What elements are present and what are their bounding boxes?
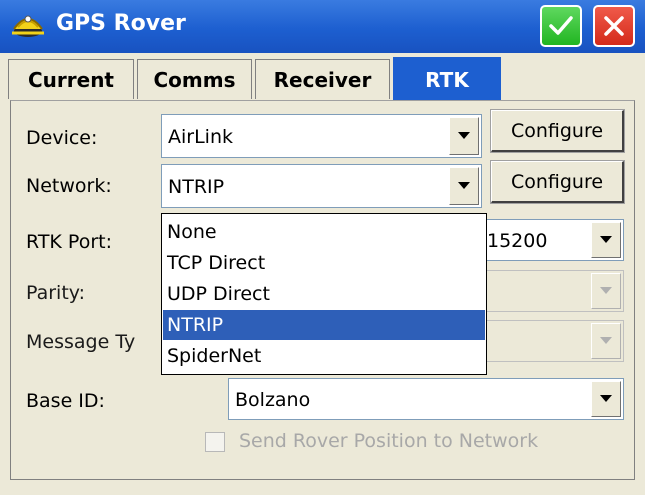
tab-comms[interactable]: Comms bbox=[137, 59, 252, 99]
base-id-dropdown-arrow[interactable] bbox=[591, 381, 621, 417]
network-label: Network: bbox=[26, 175, 112, 197]
chevron-down-icon bbox=[600, 337, 612, 344]
title-bar: GPS Rover bbox=[0, 0, 645, 53]
device-label: Device: bbox=[26, 127, 98, 149]
satellite-icon bbox=[12, 15, 44, 37]
parity-dropdown-arrow bbox=[591, 273, 621, 309]
device-configure-button[interactable]: Configure bbox=[490, 109, 625, 153]
chevron-down-icon bbox=[458, 182, 470, 189]
network-select[interactable]: NTRIP bbox=[161, 164, 482, 208]
window-title: GPS Rover bbox=[56, 11, 186, 36]
message-type-dropdown-arrow bbox=[591, 323, 621, 359]
rtk-port-label: RTK Port: bbox=[26, 231, 112, 253]
device-value: AirLink bbox=[168, 126, 233, 148]
network-option-none[interactable]: None bbox=[163, 217, 485, 247]
network-option-tcp-direct[interactable]: TCP Direct bbox=[163, 248, 485, 278]
base-id-label: Base ID: bbox=[26, 390, 105, 412]
device-dropdown-arrow[interactable] bbox=[449, 117, 479, 155]
tab-receiver[interactable]: Receiver bbox=[255, 59, 390, 99]
tab-strip: Current Comms Receiver RTK bbox=[0, 53, 645, 101]
network-configure-button[interactable]: Configure bbox=[490, 160, 625, 204]
network-dropdown-list: None TCP Direct UDP Direct NTRIP SpiderN… bbox=[161, 213, 487, 375]
send-rover-position-label: Send Rover Position to Network bbox=[239, 430, 539, 452]
check-icon bbox=[549, 16, 573, 35]
base-id-value: Bolzano bbox=[235, 389, 311, 411]
ok-button[interactable] bbox=[540, 5, 582, 47]
network-value: NTRIP bbox=[168, 176, 225, 198]
network-dropdown-arrow[interactable] bbox=[449, 167, 479, 205]
chevron-down-icon bbox=[600, 287, 612, 294]
close-button[interactable] bbox=[593, 5, 635, 47]
network-option-ntrip[interactable]: NTRIP bbox=[163, 310, 485, 340]
base-id-select[interactable]: Bolzano bbox=[228, 378, 624, 420]
close-icon bbox=[604, 16, 624, 36]
chevron-down-icon bbox=[600, 236, 612, 243]
rtk-port-dropdown-arrow[interactable] bbox=[591, 222, 621, 258]
chevron-down-icon bbox=[600, 395, 612, 402]
chevron-down-icon bbox=[458, 132, 470, 139]
network-option-spidernet[interactable]: SpiderNet bbox=[163, 341, 485, 371]
gps-rover-window: GPS Rover Current Comms Receiver RTK Dev… bbox=[0, 0, 645, 495]
device-select[interactable]: AirLink bbox=[161, 114, 482, 158]
rtk-port-value: 15200 bbox=[487, 230, 548, 252]
send-rover-position-checkbox bbox=[205, 432, 225, 452]
tab-rtk[interactable]: RTK bbox=[393, 57, 501, 101]
network-option-udp-direct[interactable]: UDP Direct bbox=[163, 279, 485, 309]
message-type-label: Message Ty bbox=[26, 331, 136, 353]
parity-label: Parity: bbox=[26, 282, 86, 304]
tab-current[interactable]: Current bbox=[8, 59, 134, 99]
